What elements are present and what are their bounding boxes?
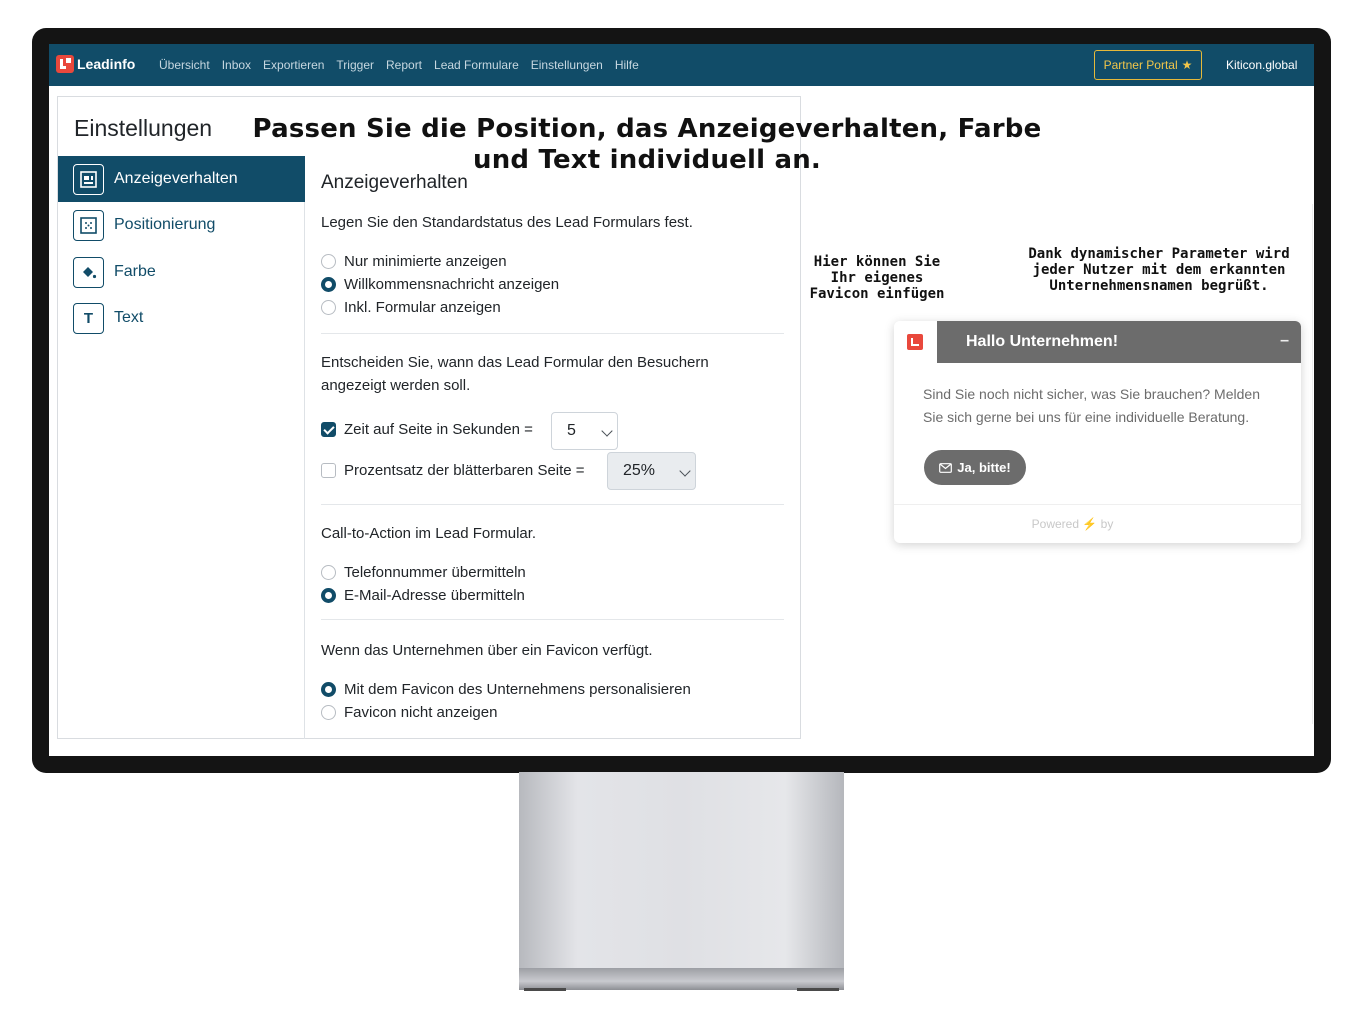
account-menu[interactable]: Kiticon.global: [1226, 58, 1297, 72]
time-on-page-label: Zeit auf Seite in Sekunden =: [344, 421, 533, 438]
radio-option-favicon-personalize[interactable]: Mit dem Favicon des Unternehmens persona…: [321, 681, 691, 698]
sidebar-item-text[interactable]: T Text: [58, 295, 305, 341]
parameter-annotation: Dank dynamischer Parameter wird jeder Nu…: [1028, 246, 1290, 294]
radio-option-welcome[interactable]: Willkommensnachricht anzeigen: [321, 276, 559, 293]
partner-portal-label: Partner Portal: [1103, 58, 1178, 72]
radio-button[interactable]: [321, 565, 336, 580]
powered-prefix: Powered: [1031, 517, 1080, 531]
minimize-icon[interactable]: –: [1280, 332, 1289, 350]
sidebar-item-positionierung[interactable]: Positionierung: [58, 202, 305, 248]
divider: [321, 504, 784, 505]
nav-item-trigger[interactable]: Trigger: [336, 58, 374, 72]
leadinfo-logo-icon: [56, 55, 74, 73]
radio-label: E-Mail-Adresse übermitteln: [344, 587, 525, 604]
scroll-percentage-option[interactable]: Prozentsatz der blätterbaren Seite =: [321, 462, 585, 479]
widget-footer-divider: [894, 504, 1301, 505]
preview-edge: [1312, 204, 1313, 724]
widget-message: Sind Sie noch nicht sicher, was Sie brau…: [923, 386, 1260, 425]
radio-button[interactable]: [321, 705, 336, 720]
nav-item-lead-formulare[interactable]: Lead Formulare: [434, 58, 519, 72]
nav-menu: Übersicht Inbox Exportieren Trigger Repo…: [159, 58, 639, 72]
favicon-annotation: Hier können Sie Ihr eigenes Favicon einf…: [809, 254, 945, 302]
monitor-stand-base: [519, 968, 844, 990]
divider: [321, 619, 784, 620]
monitor-stand: [519, 772, 844, 984]
widget-title: Hallo Unternehmen!: [966, 333, 1119, 350]
radio-label: Inkl. Formular anzeigen: [344, 299, 501, 316]
screen: Leadinfo Übersicht Inbox Exportieren Tri…: [49, 44, 1314, 756]
brand-name: Leadinfo: [77, 56, 136, 72]
settings-card: Einstellungen Anzeigeverhalten Positioni…: [57, 96, 801, 739]
page-title: Einstellungen: [74, 115, 213, 141]
monitor-foot-left: [524, 988, 566, 991]
radio-button[interactable]: [321, 277, 336, 292]
radio-option-email[interactable]: E-Mail-Adresse übermitteln: [321, 587, 525, 604]
sidebar-item-label: Farbe: [114, 263, 156, 280]
radio-option-phone[interactable]: Telefonnummer übermitteln: [321, 564, 526, 581]
radio-button[interactable]: [321, 254, 336, 269]
layout-icon: [73, 163, 104, 195]
overlay-heading: Passen Sie die Position, das Anzeigeverh…: [252, 114, 1042, 175]
star-icon: ★: [1181, 58, 1193, 72]
radio-label: Nur minimierte anzeigen: [344, 253, 507, 270]
time-on-page-option[interactable]: Zeit auf Seite in Sekunden =: [321, 421, 533, 438]
radio-option-minimized[interactable]: Nur minimierte anzeigen: [321, 253, 507, 270]
radio-button[interactable]: [321, 588, 336, 603]
nav-item-hilfe[interactable]: Hilfe: [615, 58, 639, 72]
time-on-page-checkbox[interactable]: [321, 422, 336, 437]
powered-suffix: by: [1100, 517, 1114, 531]
paint-bucket-icon: [73, 256, 104, 288]
powered-by: Powered ⚡ by: [894, 517, 1251, 531]
chevron-down-icon: [679, 465, 691, 477]
divider: [321, 333, 784, 334]
radio-button[interactable]: [321, 682, 336, 697]
percentage-select-value: 25%: [623, 462, 656, 479]
radio-option-form[interactable]: Inkl. Formular anzeigen: [321, 299, 501, 316]
scroll-percentage-checkbox[interactable]: [321, 463, 336, 478]
nav-item-inbox[interactable]: Inbox: [222, 58, 251, 72]
sidebar-item-label: Positionierung: [114, 216, 216, 233]
partner-portal-button[interactable]: Partner Portal ★: [1094, 50, 1202, 80]
radio-label: Telefonnummer übermitteln: [344, 564, 526, 581]
seconds-select-value: 5: [567, 422, 576, 439]
scroll-percentage-label: Prozentsatz der blätterbaren Seite =: [344, 462, 585, 479]
favicon-prompt: Wenn das Unternehmen über ein Favicon ve…: [321, 642, 653, 659]
default-state-prompt: Legen Sie den Standardstatus des Lead Fo…: [321, 214, 693, 231]
text-icon: T: [73, 302, 104, 334]
lightning-icon: ⚡: [1082, 517, 1098, 531]
widget-titlebar: Hallo Unternehmen! –: [937, 321, 1301, 363]
sidebar-item-label: Text: [114, 309, 144, 326]
company-favicon-icon: [907, 334, 923, 350]
radio-label: Willkommensnachricht anzeigen: [344, 276, 560, 293]
nav-item-report[interactable]: Report: [386, 58, 422, 72]
seconds-select[interactable]: 5: [551, 412, 618, 450]
mail-icon: [939, 462, 953, 473]
widget-cta-button[interactable]: Ja, bitte!: [924, 450, 1026, 485]
widget-header: Hallo Unternehmen! –: [894, 321, 1301, 363]
nav-item-uebersicht[interactable]: Übersicht: [159, 58, 210, 72]
radio-label: Favicon nicht anzeigen: [344, 704, 498, 721]
brand[interactable]: Leadinfo: [56, 55, 135, 73]
monitor-foot-right: [797, 988, 839, 991]
settings-sidebar: Anzeigeverhalten Positionierung Farbe T …: [58, 156, 305, 739]
radio-label: Mit dem Favicon des Unternehmens persona…: [344, 681, 691, 698]
chevron-down-icon: [601, 425, 613, 437]
nav-item-exportieren[interactable]: Exportieren: [263, 58, 324, 72]
sidebar-item-farbe[interactable]: Farbe: [58, 249, 305, 295]
widget-cta-label: Ja, bitte!: [957, 460, 1011, 475]
radio-option-favicon-hide[interactable]: Favicon nicht anzeigen: [321, 704, 497, 721]
top-navbar: Leadinfo Übersicht Inbox Exportieren Tri…: [49, 44, 1314, 86]
lead-form-widget-preview: Hallo Unternehmen! – Sind Sie noch nicht…: [894, 321, 1301, 543]
nav-item-einstellungen[interactable]: Einstellungen: [531, 58, 603, 72]
cta-prompt: Call-to-Action im Lead Formular.: [321, 525, 537, 542]
sidebar-item-label: Anzeigeverhalten: [114, 170, 238, 187]
radio-button[interactable]: [321, 300, 336, 315]
position-icon: [73, 209, 104, 241]
percentage-select[interactable]: 25%: [607, 452, 696, 490]
timing-prompt: Entscheiden Sie, wann das Lead Formular …: [321, 354, 709, 394]
